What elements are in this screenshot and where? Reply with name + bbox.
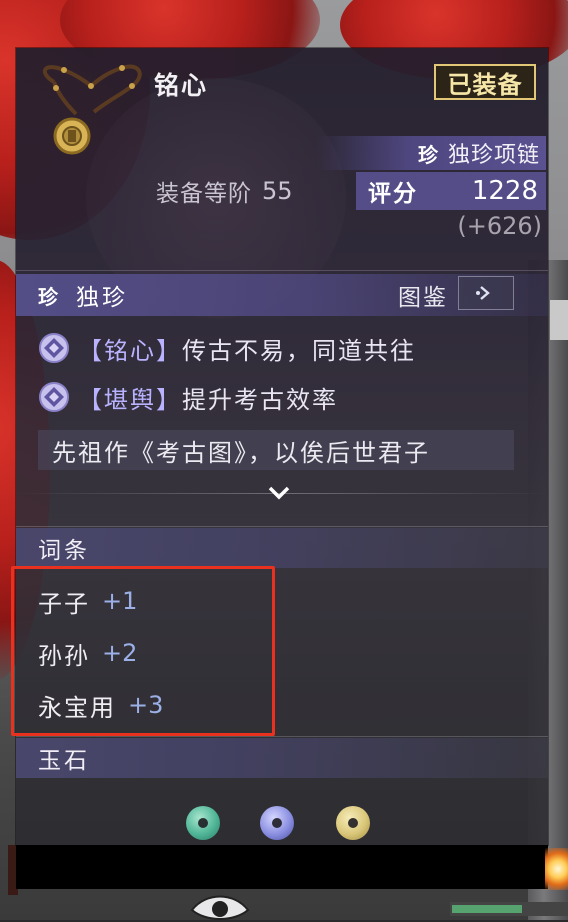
divider [16, 736, 548, 737]
fire-icon [545, 848, 568, 890]
necklace-icon [42, 64, 142, 155]
set-effect-item: 【铭心】传古不易，同道共往 [38, 330, 416, 366]
rarity-glyph: 珍 [417, 142, 438, 167]
rarity-type-line: 珍 独珍项链 [316, 136, 546, 170]
tier-value: 55 [262, 177, 293, 205]
rarity-type: 独珍项链 [447, 143, 540, 168]
score-box: 评分 1228 [356, 172, 546, 210]
tier-label: 装备等阶 [156, 181, 252, 207]
item-name: 铭心 [154, 71, 209, 100]
diamond-bullet-icon [39, 382, 69, 412]
divider [16, 270, 548, 271]
score-value: 1228 [471, 176, 538, 206]
equipment-tier: 装备等阶 55 [156, 174, 293, 208]
score-delta: (+626) [457, 212, 542, 240]
yellow-jade-icon[interactable] [336, 806, 370, 840]
arrow-right-icon [476, 286, 490, 300]
black-bar [16, 845, 548, 889]
chevron-down-icon[interactable] [264, 480, 294, 504]
diamond-bullet-icon [39, 333, 69, 363]
set-effect-item: 【堪舆】提升考古效率 [38, 379, 338, 415]
affix-highlight-frame [11, 566, 275, 736]
eye-icon[interactable] [188, 888, 252, 922]
atlas-label: 图鉴 [398, 285, 448, 311]
jade-section-title: 玉石 [16, 738, 548, 778]
green-jade-icon[interactable] [186, 806, 220, 840]
blue-jade-icon[interactable] [260, 806, 294, 840]
atlas-button[interactable] [458, 276, 514, 310]
equipped-badge: 已装备 [434, 64, 536, 100]
set-effect-text: 【铭心】传古不易，同道共往 [78, 336, 416, 365]
score-label: 评分 [368, 181, 418, 207]
railing [550, 300, 568, 340]
rarity-section-title: 独珍 [76, 285, 128, 311]
divider [16, 526, 548, 527]
set-effect-text: 【堪舆】提升考古效率 [78, 385, 338, 414]
flavor-text: 先祖作《考古图》，以俟后世君子 [38, 430, 514, 470]
health-bar [450, 902, 568, 916]
affix-section-title: 词条 [16, 528, 548, 568]
rarity-glyph: 珍 [38, 284, 58, 309]
